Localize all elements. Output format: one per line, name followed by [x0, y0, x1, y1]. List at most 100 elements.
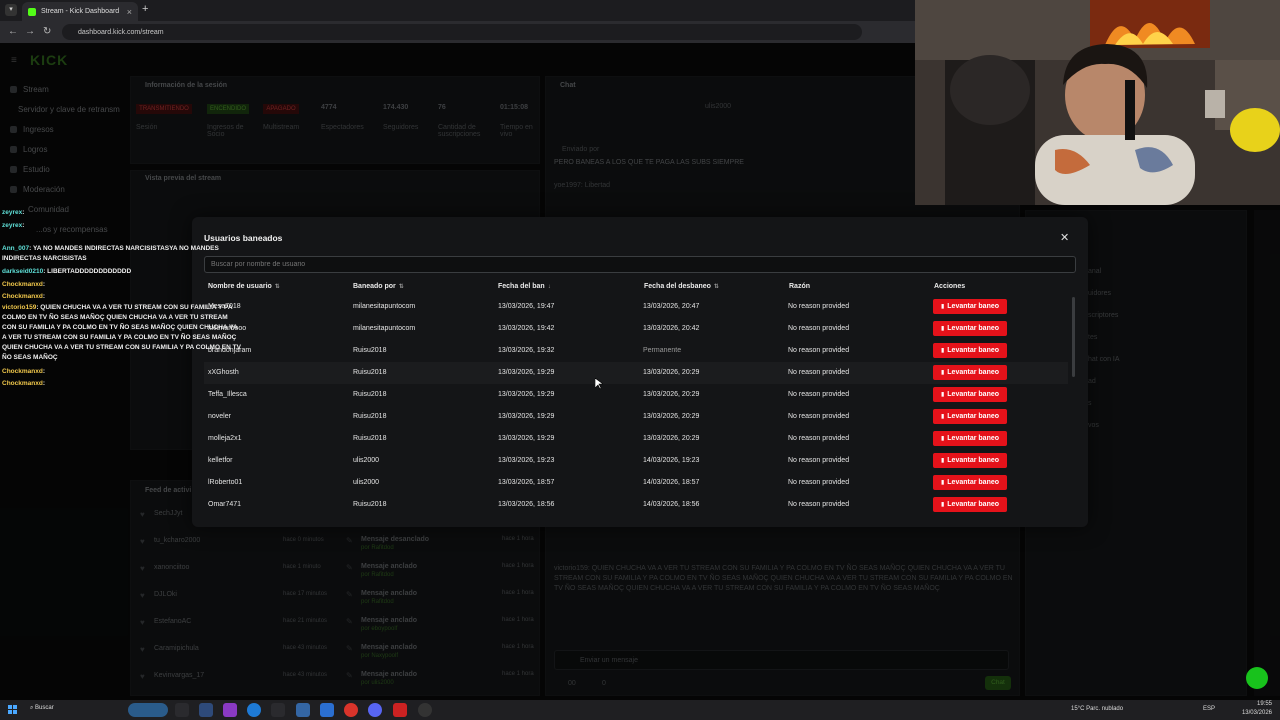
- tab-close-icon[interactable]: ×: [127, 7, 132, 17]
- unban-label: Levantar baneo: [947, 435, 1000, 442]
- chat-text: :: [42, 281, 45, 288]
- unban-button[interactable]: ▮ Levantar baneo: [933, 299, 1007, 314]
- chat-username: Chockmanxd: [2, 380, 43, 387]
- sort-icon: ⇅: [713, 284, 719, 290]
- unban-button[interactable]: ▮ Levantar baneo: [933, 497, 1007, 512]
- unban-label: Levantar baneo: [947, 303, 1000, 310]
- cell-ban: 13/03/2026, 19:29: [498, 413, 555, 420]
- store-icon[interactable]: [296, 703, 310, 717]
- weather-text[interactable]: 15°C Parc. nublado: [1071, 706, 1123, 712]
- trash-icon: ▮: [940, 392, 945, 398]
- column-header-ban-date[interactable]: Fecha del ban ↓: [498, 283, 551, 290]
- overlay-chat-line: zeyrex:: [2, 221, 252, 231]
- unban-button[interactable]: ▮ Levantar baneo: [933, 365, 1007, 380]
- table-row: xxlenarbooo milanesitapuntocom 13/03/2026,…: [204, 318, 1068, 340]
- reload-icon[interactable]: ↻: [43, 26, 51, 37]
- app-icon[interactable]: [320, 703, 334, 717]
- overlay-chat-line: zeyrex:: [2, 208, 252, 218]
- table-row: noveler Ruisu2018 13/03/2026, 19:29 13/03/2…: [204, 406, 1068, 428]
- chrome-icon[interactable]: [344, 703, 358, 717]
- app-icon[interactable]: [393, 703, 407, 717]
- cell-user: noveler: [208, 413, 231, 420]
- overlay-chat-line: victorio159: QUIEN CHUCHA VA A VER TU ST…: [2, 303, 242, 363]
- language-indicator[interactable]: ESP: [1203, 706, 1215, 712]
- cell-reason: No reason provided: [788, 391, 850, 398]
- chat-username: Ann_007: [2, 245, 30, 252]
- task-view-icon[interactable]: [175, 703, 189, 717]
- column-header-reason: Razón: [789, 283, 810, 290]
- browser-tab[interactable]: Stream - Kick Dashboard ×: [22, 2, 138, 21]
- edge-icon[interactable]: [247, 703, 261, 717]
- unban-label: Levantar baneo: [947, 457, 1000, 464]
- column-header-banned-by[interactable]: Baneado por ⇅: [353, 283, 404, 290]
- cell-ban: 13/03/2026, 18:56: [498, 501, 555, 508]
- cell-by: Ruisu2018: [353, 391, 387, 398]
- table-row: xXGhosth Ruisu2018 13/03/2026, 19:29 13/03/…: [204, 362, 1068, 384]
- cell-unban: 13/03/2026, 20:29: [643, 435, 700, 442]
- unban-button[interactable]: ▮ Levantar baneo: [933, 431, 1007, 446]
- unban-button[interactable]: ▮ Levantar baneo: [933, 343, 1007, 358]
- cell-reason: No reason provided: [788, 303, 850, 310]
- cell-reason: No reason provided: [788, 479, 850, 486]
- app-icon[interactable]: [223, 703, 237, 717]
- trash-icon: ▮: [940, 480, 945, 486]
- address-bar[interactable]: dashboard.kick.com/stream: [62, 24, 862, 40]
- unban-button[interactable]: ▮ Levantar baneo: [933, 475, 1007, 490]
- unban-label: Levantar baneo: [947, 347, 1000, 354]
- banned-users-modal: Usuarios baneados ✕ Nombre de usuario⇅ B…: [192, 217, 1088, 527]
- taskbar-search[interactable]: ⌕ Buscar: [30, 705, 54, 712]
- unban-label: Levantar baneo: [947, 501, 1000, 508]
- cell-by: Ruisu2018: [353, 501, 387, 508]
- column-header-unban-date[interactable]: Fecha del desbaneo ⇅: [644, 283, 719, 290]
- tab-title: Stream - Kick Dashboard: [41, 8, 120, 15]
- trash-icon: ▮: [940, 304, 945, 310]
- cell-unban: 13/03/2026, 20:29: [643, 391, 700, 398]
- obs-icon[interactable]: [418, 703, 432, 717]
- taskbar-search-label: Buscar: [35, 705, 54, 711]
- cell-reason: No reason provided: [788, 413, 850, 420]
- chat-text: :: [42, 368, 45, 375]
- unban-label: Levantar baneo: [947, 413, 1000, 420]
- chat-text: : QUIEN CHUCHA VA A VER TU STREAM CON SU…: [2, 304, 241, 361]
- clock-time[interactable]: 19:55: [1232, 701, 1272, 707]
- support-chat-button[interactable]: [1246, 667, 1268, 689]
- cell-unban: 13/03/2026, 20:42: [643, 325, 700, 332]
- unban-button[interactable]: ▮ Levantar baneo: [933, 387, 1007, 402]
- cell-by: ulis2000: [353, 479, 380, 486]
- forward-icon[interactable]: →: [25, 26, 35, 37]
- cell-by: milanesitapuntocom: [353, 325, 416, 332]
- overlay-chat-line: Chockmanxd:: [2, 280, 252, 290]
- close-icon[interactable]: ✕: [1060, 231, 1069, 244]
- file-explorer-icon[interactable]: [199, 703, 213, 717]
- sort-icon: ⇅: [274, 284, 280, 290]
- table-scrollbar[interactable]: [1072, 297, 1075, 377]
- cell-reason: No reason provided: [788, 325, 850, 332]
- trash-icon: ▮: [940, 414, 945, 420]
- widget-thumbnail[interactable]: [128, 703, 168, 717]
- cell-reason: No reason provided: [788, 347, 850, 354]
- clock-date[interactable]: 13/03/2026: [1232, 710, 1272, 716]
- chat-text: :: [22, 222, 25, 229]
- cell-unban: 13/03/2026, 20:29: [643, 413, 700, 420]
- table-row: brandonjaram Ruisu2018 13/03/2026, 19:32 Pe…: [204, 340, 1068, 362]
- search-input[interactable]: [204, 256, 1076, 273]
- cell-reason: No reason provided: [788, 457, 850, 464]
- cell-by: Ruisu2018: [353, 413, 387, 420]
- cell-unban: 14/03/2026, 18:56: [643, 501, 700, 508]
- cell-ban: 13/03/2026, 19:23: [498, 457, 555, 464]
- back-icon[interactable]: ←: [8, 26, 18, 37]
- cell-unban: 13/03/2026, 20:29: [643, 369, 700, 376]
- app-icon[interactable]: [271, 703, 285, 717]
- trash-icon: ▮: [940, 502, 945, 508]
- chat-username: zeyrex: [2, 209, 23, 216]
- cell-user: Omar7471: [208, 501, 242, 508]
- tab-list-button[interactable]: ▾: [5, 4, 17, 16]
- discord-icon[interactable]: [368, 703, 382, 717]
- windows-start-icon[interactable]: [8, 705, 17, 714]
- table-row: lRoberto01 ulis2000 13/03/2026, 18:57 14/03…: [204, 472, 1068, 494]
- new-tab-button[interactable]: +: [142, 3, 148, 15]
- unban-button[interactable]: ▮ Levantar baneo: [933, 453, 1007, 468]
- unban-button[interactable]: ▮ Levantar baneo: [933, 321, 1007, 336]
- unban-button[interactable]: ▮ Levantar baneo: [933, 409, 1007, 424]
- unban-label: Levantar baneo: [947, 325, 1000, 332]
